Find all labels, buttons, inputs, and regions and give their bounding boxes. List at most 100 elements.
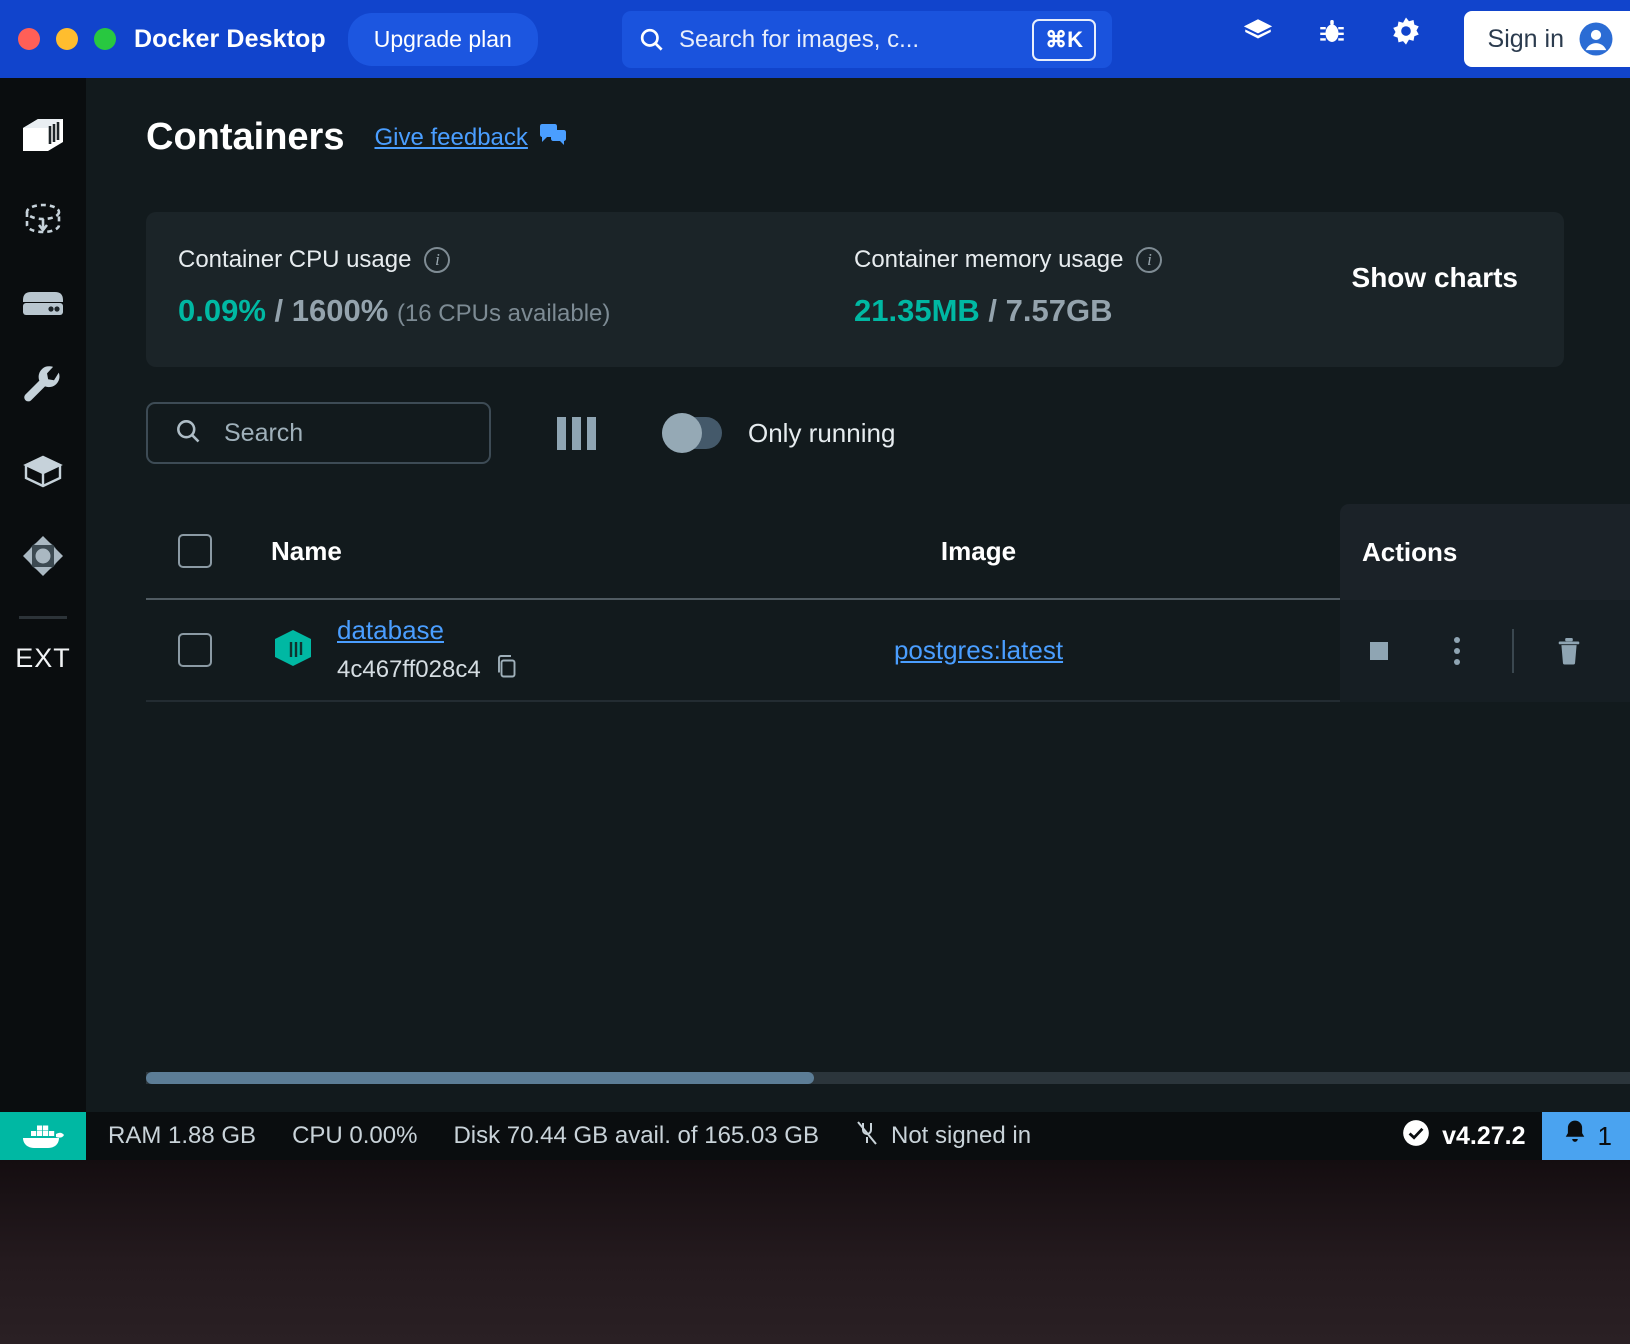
actions-divider xyxy=(1512,629,1514,673)
sidebar-item-extensions[interactable]: EXT xyxy=(15,643,71,674)
bell-icon xyxy=(1562,1119,1588,1154)
version-label: v4.27.2 xyxy=(1442,1121,1526,1150)
macos-desktop: FEB 19 xyxy=(0,1160,1630,1344)
sidebar-item-docker-scout[interactable] xyxy=(0,516,86,600)
sidebar-item-builds[interactable] xyxy=(0,348,86,432)
copy-icon[interactable] xyxy=(495,654,519,685)
only-running-toggle[interactable] xyxy=(662,413,722,453)
more-options-icon[interactable] xyxy=(1418,637,1496,665)
search-placeholder: Search for images, c... xyxy=(679,25,920,53)
memory-usage-label-row: Container memory usage i xyxy=(854,246,1163,274)
memory-separator: / xyxy=(988,293,998,328)
container-icon xyxy=(20,116,66,161)
scout-target-icon xyxy=(21,534,65,583)
container-image-link[interactable]: postgres:latest xyxy=(894,635,1063,665)
cpu-separator: / xyxy=(274,293,284,328)
containers-table: Name Image Actions database 4c467ff028c4… xyxy=(86,504,1630,702)
memory-used: 21.35MB xyxy=(854,293,980,328)
cpu-usage-label-row: Container CPU usage i xyxy=(178,246,610,274)
container-image-cell: postgres:latest xyxy=(716,635,1241,666)
window-controls xyxy=(18,28,116,50)
container-status-icon xyxy=(271,628,315,673)
avatar-icon xyxy=(1579,22,1613,56)
sidebar: EXT xyxy=(0,78,86,1160)
app-title: Docker Desktop xyxy=(134,24,326,53)
status-signin-state: Not signed in xyxy=(890,1122,1032,1149)
container-name-texts: database 4c467ff028c4 xyxy=(337,615,519,685)
resource-stats-card: Container CPU usage i 0.09% / 1600% (16 … xyxy=(146,212,1564,367)
learning-center-icon[interactable] xyxy=(1239,13,1277,51)
search-icon xyxy=(638,26,665,53)
select-all-checkbox[interactable] xyxy=(178,534,212,568)
sidebar-item-volumes[interactable] xyxy=(0,264,86,348)
close-window-button[interactable] xyxy=(18,28,40,50)
sidebar-item-containers[interactable] xyxy=(0,96,86,180)
cpu-used: 0.09% xyxy=(178,293,266,328)
sign-in-button[interactable]: Sign in xyxy=(1463,11,1630,67)
horizontal-scrollbar-thumb[interactable] xyxy=(146,1072,814,1084)
search-icon xyxy=(174,417,202,450)
column-header-actions-cell: Actions xyxy=(1340,504,1630,600)
sign-in-label: Sign in xyxy=(1487,24,1564,53)
search-placeholder: Search xyxy=(224,418,304,447)
check-circle-icon xyxy=(1402,1119,1430,1154)
column-header-name[interactable]: Name xyxy=(271,536,716,567)
memory-usage-label: Container memory usage xyxy=(854,246,1124,273)
table-header-row: Name Image Actions xyxy=(146,504,1630,600)
title-bar: Docker Desktop Upgrade plan Search for i… xyxy=(0,0,1630,78)
search-shortcut-badge: ⌘K xyxy=(1032,18,1096,61)
feedback-chat-icon xyxy=(539,123,566,152)
header-icons xyxy=(1239,13,1425,51)
show-charts-button[interactable]: Show charts xyxy=(1352,262,1518,294)
status-cpu: CPU 0.00% xyxy=(292,1122,418,1149)
container-name-cell: database 4c467ff028c4 xyxy=(271,615,716,685)
memory-info-icon[interactable]: i xyxy=(1136,247,1163,273)
stop-container-button[interactable] xyxy=(1340,642,1418,660)
global-search-input[interactable]: Search for images, c... ⌘K xyxy=(622,11,1112,68)
cpu-total: 1600% xyxy=(291,293,389,328)
sidebar-divider xyxy=(19,616,67,619)
container-name-link[interactable]: database xyxy=(337,615,519,646)
bug-report-icon[interactable] xyxy=(1313,13,1351,51)
status-ram: RAM 1.88 GB xyxy=(108,1122,257,1149)
sidebar-item-images[interactable] xyxy=(0,180,86,264)
page-title: Containers xyxy=(146,116,345,158)
cpu-note: (16 CPUs available) xyxy=(396,300,611,327)
container-id-row: 4c467ff028c4 xyxy=(337,654,519,685)
status-bar-metrics: RAM 1.88 GB CPU 0.00% Disk 70.44 GB avai… xyxy=(108,1120,1031,1153)
upgrade-plan-button[interactable]: Upgrade plan xyxy=(347,12,538,66)
status-bar: RAM 1.88 GB CPU 0.00% Disk 70.44 GB avai… xyxy=(0,1112,1630,1160)
column-header-image[interactable]: Image xyxy=(716,536,1241,567)
cpu-usage-value: 0.09% / 1600% (16 CPUs available) xyxy=(178,293,610,329)
give-feedback-link[interactable]: Give feedback xyxy=(374,123,566,152)
horizontal-scrollbar[interactable] xyxy=(146,1072,1630,1084)
delete-container-button[interactable] xyxy=(1530,636,1608,666)
screen: Docker Desktop Upgrade plan Search for i… xyxy=(0,0,1630,1344)
table-row[interactable]: database 4c467ff028c4 postgres:latest xyxy=(146,600,1630,702)
columns-icon[interactable] xyxy=(557,416,596,450)
wrench-icon xyxy=(21,365,65,415)
notifications-button[interactable]: 1 xyxy=(1541,1112,1630,1160)
sidebar-item-dev-environments[interactable] xyxy=(0,432,86,516)
status-bar-right: v4.27.2 1 xyxy=(1402,1112,1630,1160)
volumes-icon xyxy=(19,288,67,325)
docker-whale-status-icon[interactable] xyxy=(0,1112,86,1160)
maximize-window-button[interactable] xyxy=(94,28,116,50)
search-input[interactable]: Search xyxy=(146,402,491,464)
give-feedback-label: Give feedback xyxy=(374,123,528,151)
row-select-cell xyxy=(146,633,271,667)
row-checkbox[interactable] xyxy=(178,633,212,667)
cpu-usage-stat: Container CPU usage i 0.09% / 1600% (16 … xyxy=(178,246,610,329)
status-bar-left: RAM 1.88 GB CPU 0.00% Disk 70.44 GB avai… xyxy=(0,1112,1031,1160)
only-running-toggle-group: Only running xyxy=(662,413,895,453)
cpu-usage-label: Container CPU usage xyxy=(178,246,412,273)
minimize-window-button[interactable] xyxy=(56,28,78,50)
images-icon xyxy=(20,199,66,246)
settings-gear-icon[interactable] xyxy=(1387,13,1425,51)
cpu-info-icon[interactable]: i xyxy=(424,247,451,273)
version-group[interactable]: v4.27.2 xyxy=(1402,1119,1526,1154)
row-actions-cell xyxy=(1340,600,1630,702)
package-icon xyxy=(20,452,66,497)
status-signin-state-group[interactable]: Not signed in xyxy=(855,1120,1031,1153)
memory-usage-stat: Container memory usage i 21.35MB / 7.57G… xyxy=(854,246,1163,329)
